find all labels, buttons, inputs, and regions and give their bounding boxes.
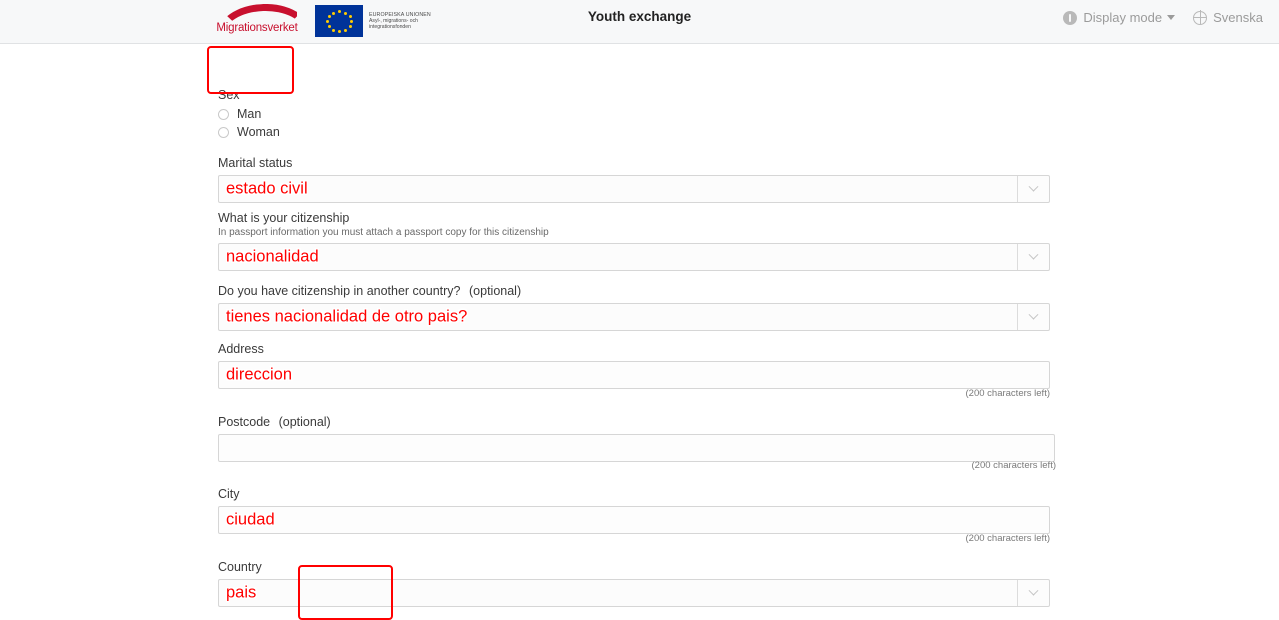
marital-status-select[interactable]: estado civil <box>218 175 1050 203</box>
chevron-down-icon[interactable] <box>1017 244 1049 270</box>
field-citizenship: What is your citizenship In passport inf… <box>218 211 1050 271</box>
page-header: Migrationsverket EUROPEISKA UNIONEN Asyl… <box>0 0 1279 44</box>
eu-text-line-3: integrationsfonden <box>369 24 411 31</box>
address-value: direccion <box>226 365 293 384</box>
radio-label-woman: Woman <box>237 125 280 139</box>
field-marital-status: Marital status estado civil <box>218 156 1050 203</box>
field-country: Country pais <box>218 560 1050 607</box>
display-mode-menu[interactable]: Display mode <box>1063 10 1176 25</box>
field-city: City ciudad <box>218 487 1050 534</box>
postcode-input[interactable] <box>218 434 1055 462</box>
field-address: Address direccion <box>218 342 1050 389</box>
citizenship-value: nacionalidad <box>226 247 319 266</box>
globe-icon <box>1192 10 1208 25</box>
citizenship-select[interactable]: nacionalidad <box>218 243 1050 271</box>
address-label: Address <box>218 342 264 356</box>
field-sex: Sex Man Woman <box>218 88 280 141</box>
chevron-down-icon[interactable] <box>1017 176 1049 202</box>
field-other-citizenship: Do you have citizenship in another count… <box>218 284 1050 331</box>
postcode-optional: (optional) <box>278 415 331 429</box>
country-value: pais <box>226 583 257 602</box>
postcode-char-counter: (200 characters left) <box>971 460 1056 471</box>
language-switcher[interactable]: Svenska <box>1192 10 1263 25</box>
postcode-label-text: Postcode <box>218 415 271 429</box>
country-label: Country <box>218 560 262 574</box>
other-citizenship-label: Do you have citizenship in another count… <box>218 284 1050 298</box>
radio-icon-woman[interactable] <box>218 126 229 138</box>
radio-label-man: Man <box>237 107 262 121</box>
citizenship-label: What is your citizenship <box>218 211 350 225</box>
radio-option-man[interactable]: Man <box>218 105 280 123</box>
city-value: ciudad <box>226 510 275 529</box>
other-citizenship-select[interactable]: tienes nacionalidad de otro pais? <box>218 303 1050 331</box>
other-citizenship-label-text: Do you have citizenship in another count… <box>218 284 461 298</box>
accessibility-icon <box>1063 10 1078 25</box>
address-input[interactable]: direccion <box>218 361 1050 389</box>
chevron-down-icon[interactable] <box>1017 304 1049 330</box>
sex-label: Sex <box>218 88 240 102</box>
radio-option-woman[interactable]: Woman <box>218 123 280 141</box>
city-input[interactable]: ciudad <box>218 506 1050 534</box>
citizenship-hint: In passport information you must attach … <box>218 227 549 238</box>
marital-status-label: Marital status <box>218 156 293 170</box>
country-select[interactable]: pais <box>218 579 1050 607</box>
radio-icon-man[interactable] <box>218 108 229 120</box>
field-postcode: Postcode (optional) <box>218 415 1055 462</box>
language-label: Svenska <box>1213 10 1263 25</box>
city-char-counter: (200 characters left) <box>965 533 1050 544</box>
postcode-label: Postcode (optional) <box>218 415 1055 429</box>
city-label: City <box>218 487 240 501</box>
chevron-down-icon <box>1167 15 1176 20</box>
chevron-down-icon[interactable] <box>1017 580 1049 606</box>
address-char-counter: (200 characters left) <box>965 388 1050 399</box>
marital-status-value: estado civil <box>226 179 308 198</box>
other-citizenship-value: tienes nacionalidad de otro pais? <box>226 307 468 326</box>
display-mode-label: Display mode <box>1083 10 1163 25</box>
header-actions: Display mode Svenska <box>1063 10 1263 25</box>
other-citizenship-optional: (optional) <box>469 284 522 298</box>
annotation-box-sex <box>207 46 294 94</box>
